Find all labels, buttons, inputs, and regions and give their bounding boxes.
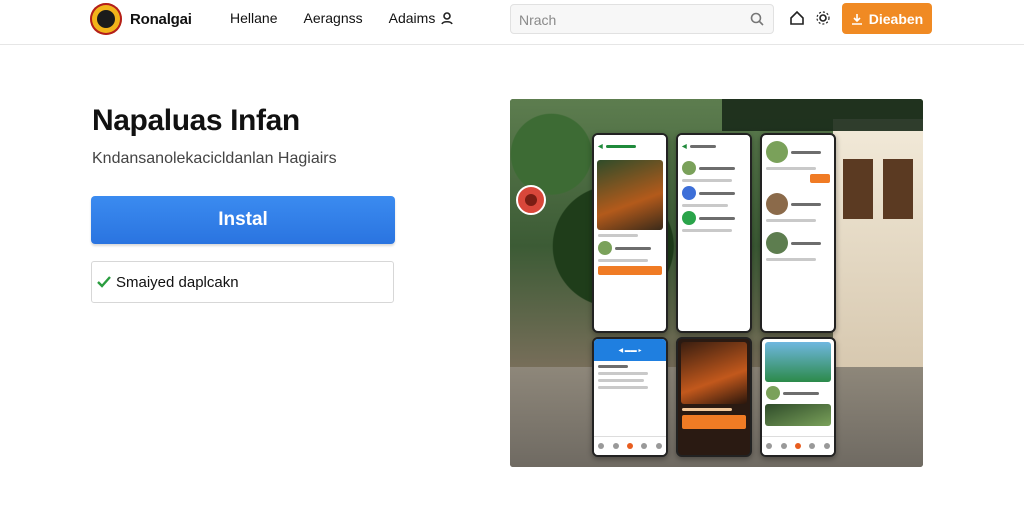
brand-logo: [90, 3, 122, 35]
app-screenshot-4: [676, 337, 752, 457]
check-icon: [97, 276, 111, 288]
app-screenshot-5: [760, 133, 836, 333]
app-screenshot-2: ◀ ▬▬ ▸: [592, 337, 668, 457]
install-button-label: Instal: [218, 209, 268, 230]
app-screenshot-6: [760, 337, 836, 457]
header-cta-label: Dieaben: [868, 10, 924, 27]
nav-link-1[interactable]: Hellane: [230, 10, 277, 26]
download-icon: [851, 13, 862, 25]
search-bar[interactable]: [510, 4, 774, 35]
location-pin-icon: [516, 185, 546, 215]
verified-label: Smaiyed daplcakn: [116, 273, 239, 291]
search-input[interactable]: [511, 5, 741, 35]
brand-name: Ronalgai: [130, 10, 192, 28]
page-title: Napaluas Infan: [92, 104, 300, 137]
verified-badge: Smaiyed daplcakn: [91, 261, 394, 303]
nav-links: Hellane Aeragnss Adaims: [230, 10, 435, 26]
settings-icon[interactable]: [815, 10, 831, 26]
hero-image: ◀ ◀ ▬▬ ▸ ◀: [510, 99, 923, 467]
search-icon[interactable]: [749, 11, 765, 27]
app-screenshot-1: ◀: [592, 133, 668, 333]
nav-link-2[interactable]: Aeragnss: [303, 10, 362, 26]
install-button[interactable]: Instal: [91, 196, 395, 244]
page-subtitle: Kndansanolekacicldanlan Hagiairs: [92, 150, 337, 167]
top-nav: Ronalgai Hellane Aeragnss Adaims Dieaben: [0, 0, 1024, 45]
user-icon[interactable]: [440, 11, 454, 25]
home-icon[interactable]: [789, 10, 805, 26]
brand[interactable]: Ronalgai: [90, 3, 192, 35]
app-screenshot-3: ◀: [676, 133, 752, 333]
hero-house-illustration: [833, 119, 923, 379]
nav-link-3[interactable]: Adaims: [389, 10, 436, 26]
header-cta-button[interactable]: Dieaben: [842, 3, 932, 34]
